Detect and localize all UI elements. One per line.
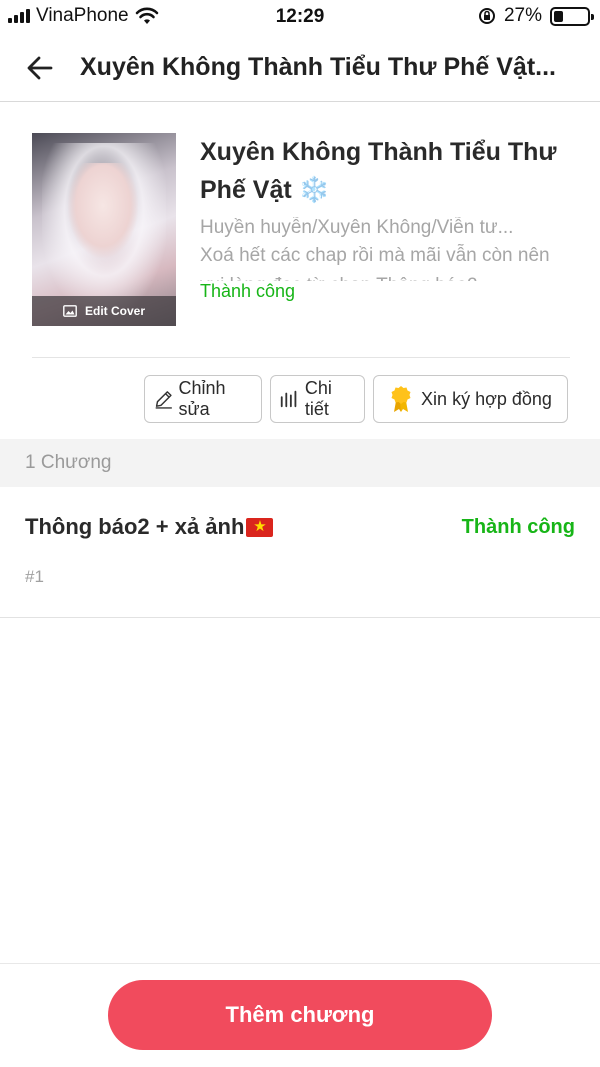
details-button-label: Chi tiết [304, 378, 332, 419]
book-cover[interactable]: Edit Cover [32, 133, 176, 326]
pencil-icon [155, 391, 172, 409]
edit-cover-label: Edit Cover [84, 304, 145, 318]
book-description: Xoá hết các chap rồi mà mãi vẫn còn nên … [200, 245, 550, 281]
request-contract-label: Xin ký hợp đồng [421, 388, 552, 409]
orientation-lock-icon [478, 8, 495, 24]
bottom-bar: Thêm chương [0, 963, 600, 1067]
add-chapter-button[interactable]: Thêm chương [108, 980, 492, 1050]
chapter-number: #1 [25, 567, 44, 586]
request-contract-button[interactable]: Xin ký hợp đồng [373, 375, 568, 423]
add-chapter-label: Thêm chương [225, 1002, 375, 1027]
details-button[interactable]: Chi tiết [270, 375, 365, 423]
chapter-count: 1 Chương [25, 452, 112, 473]
book-genre: Huyền huyễn/Xuyên Không/Viễn tư... [200, 217, 514, 238]
list-item[interactable]: Thông báo2 + xả ảnh Thành công #1 [0, 487, 600, 618]
battery-percent: 27% [503, 5, 542, 26]
divider [32, 357, 570, 358]
book-info: Edit Cover Xuyên Không Thành Tiểu Thư Ph… [32, 133, 572, 329]
arrow-left-icon [27, 56, 53, 79]
page-title: Xuyên Không Thành Tiểu Thư Phế Vật... [80, 53, 557, 81]
status-bar: VinaPhone 12:29 27% [0, 0, 600, 34]
edit-cover-button[interactable]: Edit Cover [32, 296, 176, 326]
edit-button[interactable]: Chỉnh sửa [144, 375, 262, 423]
book-title: Xuyên Không Thành Tiểu Thư Phế Vật ❄️ [200, 138, 557, 204]
back-button[interactable] [0, 34, 80, 102]
chapter-count-bar: 1 Chương [0, 439, 600, 487]
battery-icon [550, 6, 594, 26]
book-status: Thành công [200, 281, 296, 301]
chapter-status: Thành công [461, 516, 575, 538]
battery-fill [554, 10, 563, 22]
chapter-title: Thông báo2 + xả ảnh [25, 514, 245, 539]
edit-button-label: Chỉnh sửa [178, 378, 226, 419]
image-icon [63, 305, 77, 317]
award-ribbon-icon [391, 386, 411, 412]
bar-chart-icon [280, 390, 297, 408]
book-actions: Chỉnh sửa Chi tiết Xin ký hợp đồng [144, 375, 568, 423]
navigation-bar: Xuyên Không Thành Tiểu Thư Phế Vật... [0, 34, 600, 102]
vietnam-flag-icon [246, 517, 274, 537]
